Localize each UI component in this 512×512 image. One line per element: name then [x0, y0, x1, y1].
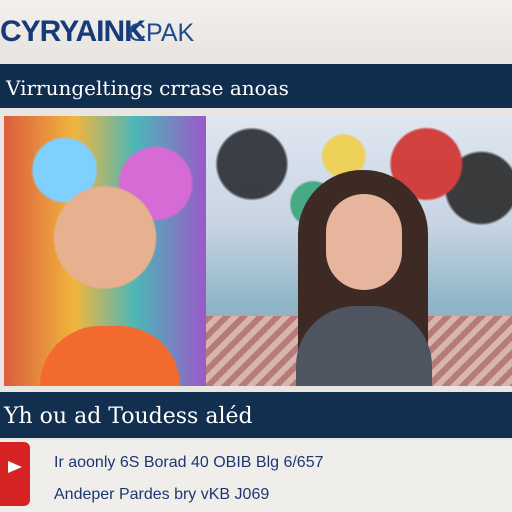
video-right[interactable]	[206, 116, 512, 386]
person-right-face	[326, 194, 402, 290]
brand-subtitle: CPAK	[128, 19, 195, 47]
brand-logo: CYRYAINK	[0, 15, 146, 48]
info-line-1: Ir aoonly 6S Borad 40 OBIB Blg 6/657	[54, 454, 324, 471]
top-banner-title: Virrungeltings crrase anoas	[6, 76, 289, 100]
play-icon	[8, 461, 22, 473]
caption-text: Yh ou ad Toudess aléd	[4, 404, 253, 429]
info-line-2: Andeper Pardes bry vKB J069	[54, 486, 270, 503]
person-left	[40, 326, 180, 386]
video-left[interactable]	[4, 116, 206, 386]
